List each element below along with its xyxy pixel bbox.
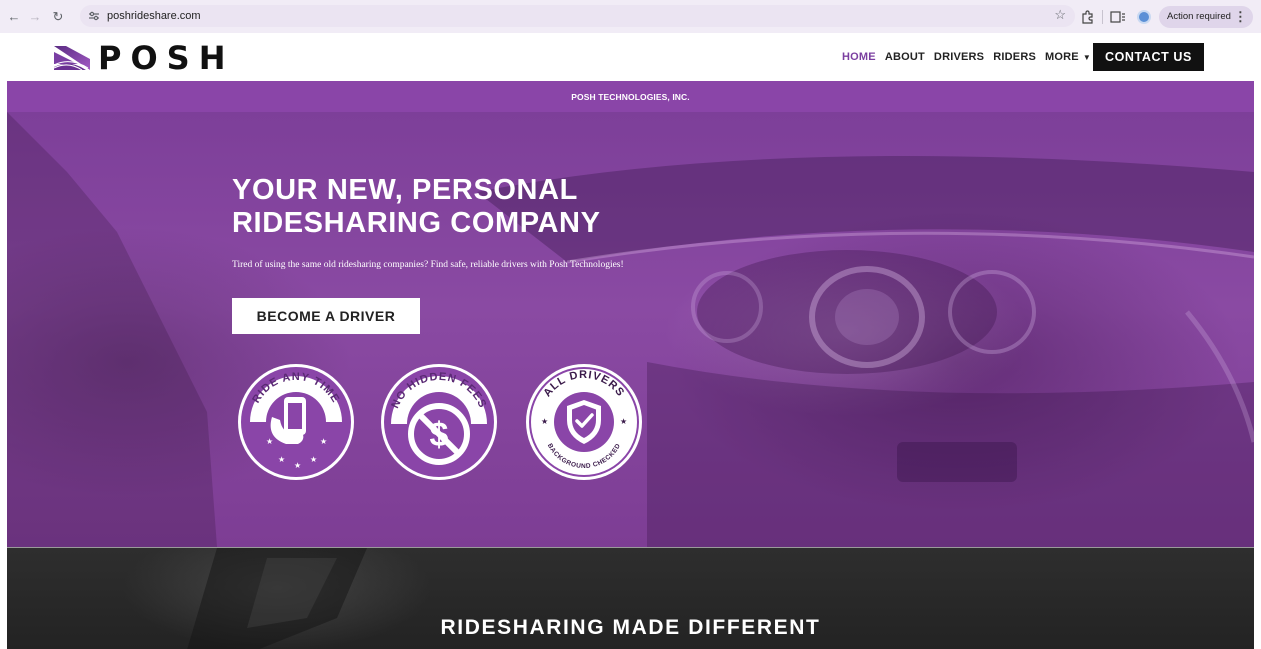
svg-text:★: ★ bbox=[310, 455, 317, 464]
back-icon[interactable]: ← bbox=[5, 8, 23, 26]
site-header: POSH HOME ABOUT DRIVERS RIDERS MORE ▼ CON… bbox=[7, 33, 1254, 81]
nav-home[interactable]: HOME bbox=[842, 51, 876, 63]
contact-us-button[interactable]: CONTACT US bbox=[1093, 43, 1204, 71]
address-bar[interactable]: poshrideshare.com ☆ bbox=[80, 5, 1075, 27]
section-title: RIDESHARING MADE DIFFERENT bbox=[440, 616, 821, 639]
bookmark-star-icon[interactable]: ☆ bbox=[1054, 7, 1066, 23]
site-info-icon[interactable] bbox=[87, 9, 101, 23]
nav-riders[interactable]: RIDERS bbox=[993, 51, 1036, 63]
nav-more-label: MORE bbox=[1045, 51, 1079, 63]
chevron-down-icon: ▼ bbox=[1082, 53, 1091, 62]
feature-section: RIDESHARING MADE DIFFERENT bbox=[7, 547, 1254, 649]
posh-logo[interactable]: POSH bbox=[52, 39, 235, 77]
company-banner: POSH TECHNOLOGIES, INC. bbox=[7, 81, 1254, 112]
hero-section: YOUR NEW, PERSONAL RIDESHARING COMPANY T… bbox=[7, 112, 1254, 547]
svg-text:$: $ bbox=[430, 416, 449, 454]
hero-title-line2: RIDESHARING COMPANY bbox=[232, 207, 601, 239]
forward-icon[interactable]: → bbox=[26, 8, 44, 26]
browser-toolbar: ← → ↻ poshrideshare.com ☆ Action require… bbox=[0, 0, 1261, 33]
hero-subtitle: Tired of using the same old ridesharing … bbox=[232, 260, 624, 270]
extensions-icon[interactable] bbox=[1078, 8, 1096, 26]
svg-text:★: ★ bbox=[620, 417, 627, 426]
menu-kebab-icon[interactable]: ⋮ bbox=[1234, 9, 1247, 25]
svg-text:★: ★ bbox=[320, 437, 327, 446]
profile-avatar[interactable] bbox=[1137, 9, 1151, 24]
url-text[interactable]: poshrideshare.com bbox=[107, 10, 201, 22]
nav-more[interactable]: MORE ▼ bbox=[1045, 51, 1091, 63]
toolbar-divider bbox=[1102, 9, 1103, 24]
svg-text:★: ★ bbox=[541, 417, 548, 426]
svg-text:★: ★ bbox=[278, 455, 285, 464]
hero-title: YOUR NEW, PERSONAL RIDESHARING COMPANY bbox=[232, 174, 601, 240]
ride-any-time-badge: RIDE ANY TIME ★ ★ ★ ★ ★ bbox=[238, 364, 354, 480]
svg-text:★: ★ bbox=[294, 461, 301, 470]
become-a-driver-button[interactable]: BECOME A DRIVER bbox=[232, 298, 420, 334]
reading-mode-icon[interactable] bbox=[1109, 8, 1127, 26]
action-required-label: Action required bbox=[1167, 11, 1231, 22]
svg-text:★: ★ bbox=[266, 437, 273, 446]
no-hidden-fees-badge: NO HIDDEN FEES $ bbox=[381, 364, 497, 480]
nav-drivers[interactable]: DRIVERS bbox=[934, 51, 984, 63]
banner-text: POSH TECHNOLOGIES, INC. bbox=[571, 91, 690, 102]
hero-title-line1: YOUR NEW, PERSONAL bbox=[232, 174, 578, 206]
main-navigation: HOME ABOUT DRIVERS RIDERS MORE ▼ bbox=[842, 43, 1100, 71]
logo-mark-icon bbox=[53, 46, 90, 71]
nav-about[interactable]: ABOUT bbox=[885, 51, 925, 63]
logo-text: POSH bbox=[98, 39, 235, 77]
action-required-button[interactable]: Action required ⋮ bbox=[1159, 5, 1253, 28]
reload-icon[interactable]: ↻ bbox=[49, 8, 67, 26]
all-drivers-checked-badge: ALL DRIVERS BACKGROUND CHECKED ★ ★ bbox=[526, 364, 642, 480]
